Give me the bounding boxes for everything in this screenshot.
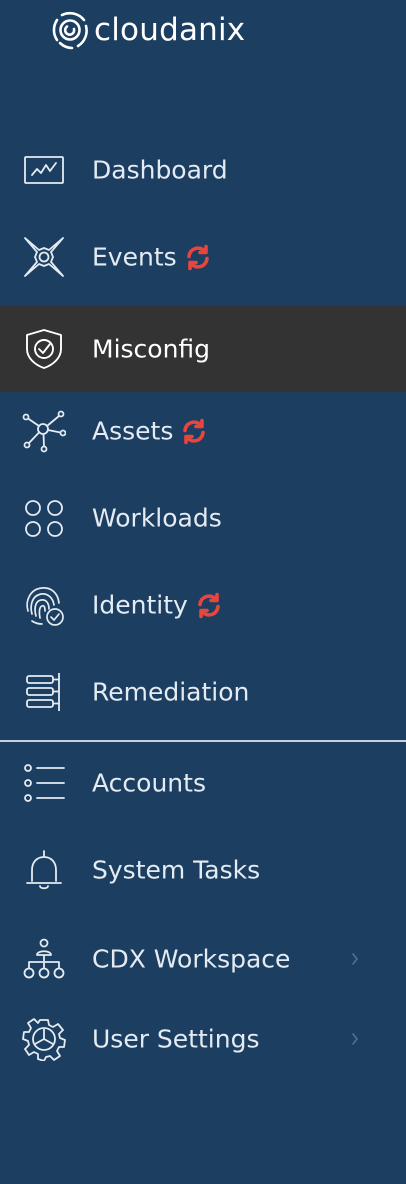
cdx-workspace-label-text: CDX Workspace <box>92 944 291 974</box>
workloads-label-text: Workloads <box>92 503 222 533</box>
dashboard-chart-icon <box>22 148 66 192</box>
fingerprint-check-icon <box>22 583 66 627</box>
chevron-right-icon[interactable] <box>350 951 360 967</box>
brand-name: cloudanix <box>94 12 246 48</box>
chevron-right-icon[interactable] <box>350 1031 360 1047</box>
nav-label-user-settings: User Settings <box>92 1025 259 1054</box>
nav-item-cdx-workspace[interactable]: CDX Workspace <box>0 916 406 1002</box>
nav-item-accounts[interactable]: Accounts <box>0 740 406 826</box>
nav-label-misconfig: Misconfig <box>92 335 210 364</box>
nav-label-identity: Identity <box>92 591 222 620</box>
stacked-bars-icon <box>22 670 66 714</box>
nav-label-cdx-workspace: CDX Workspace <box>92 945 290 974</box>
nav-label-events: Events <box>92 243 211 272</box>
nav-label-accounts: Accounts <box>92 769 206 798</box>
user-settings-label-text: User Settings <box>92 1024 260 1054</box>
system-tasks-label-text: System Tasks <box>92 855 261 885</box>
nav-item-dashboard[interactable]: Dashboard <box>0 127 406 213</box>
nav-item-assets[interactable]: Assets <box>0 388 406 474</box>
nav-label-workloads: Workloads <box>92 504 222 533</box>
assets-label-text: Assets <box>92 416 174 446</box>
nav-item-remediation[interactable]: Remediation <box>0 649 406 735</box>
shield-check-icon <box>22 327 66 371</box>
list-icon <box>22 761 66 805</box>
nav-label-assets: Assets <box>92 417 207 446</box>
nav-item-workloads[interactable]: Workloads <box>0 475 406 561</box>
sync-icon[interactable] <box>181 418 207 444</box>
events-label-text: Events <box>92 242 177 272</box>
network-nodes-icon <box>22 409 66 453</box>
nav-item-system-tasks[interactable]: System Tasks <box>0 827 406 913</box>
org-tree-icon <box>22 937 66 981</box>
nav-label-remediation: Remediation <box>92 678 249 707</box>
remediation-label-text: Remediation <box>92 677 250 707</box>
identity-label-text: Identity <box>92 590 188 620</box>
accounts-label-text: Accounts <box>92 768 206 798</box>
four-circles-icon <box>22 496 66 540</box>
nav-item-user-settings[interactable]: User Settings <box>0 996 406 1082</box>
nav-item-identity[interactable]: Identity <box>0 562 406 648</box>
nav-label-system-tasks: System Tasks <box>92 856 260 885</box>
nav-label-dashboard: Dashboard <box>92 156 228 185</box>
dashboard-label-text: Dashboard <box>92 155 228 185</box>
sync-icon[interactable] <box>196 592 222 618</box>
sidebar: cloudanix Dashboard Events Misconfig Ass… <box>0 0 406 1184</box>
nav-item-misconfig[interactable]: Misconfig <box>0 306 406 392</box>
events-shuriken-icon <box>22 235 66 279</box>
sync-icon[interactable] <box>185 244 211 270</box>
gear-icon <box>22 1017 66 1061</box>
cloudanix-logo-icon <box>48 8 92 52</box>
brand-logo[interactable]: cloudanix <box>48 8 245 52</box>
nav-item-events[interactable]: Events <box>0 214 406 300</box>
misconfig-label-text: Misconfig <box>92 334 211 364</box>
bell-icon <box>22 848 66 892</box>
